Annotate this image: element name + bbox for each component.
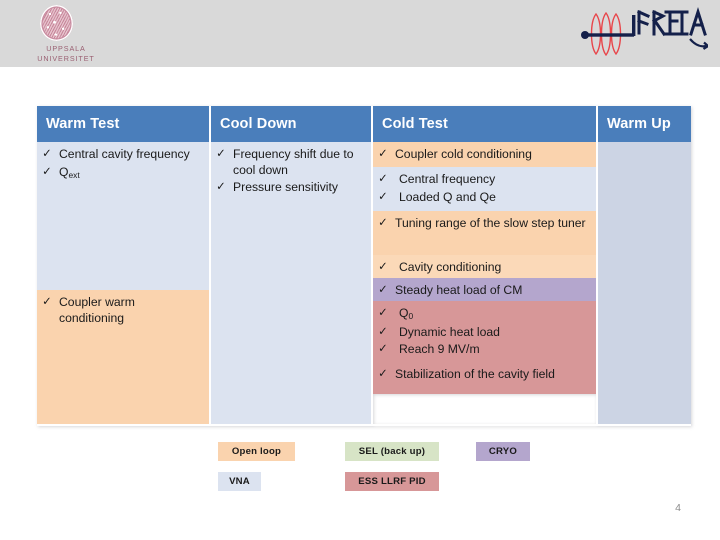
checklist-item-label: Tuning range of the slow step tuner [395,216,586,230]
university-logo-text: UPPSALA UNIVERSITET [18,44,114,63]
freia-logo [578,6,710,62]
checklist-item: ✓ Dynamic heat load [373,324,592,342]
uppsala-university-logo: UPPSALA UNIVERSITET [18,4,108,64]
cell-warm-test: ✓ Central cavity frequency ✓ Qext ✓ Coupler w… [37,142,211,426]
university-seal-icon [40,5,73,41]
checklist-item-label: Frequency shift due to cool down [233,147,354,177]
checkmark-icon: ✓ [216,148,226,160]
table-body-row: ✓ Central cavity frequency ✓ Qext ✓ Coupler w… [37,142,691,426]
checklist-item: ✓ Coupler cold conditioning [373,146,592,164]
checklist-item: ✓ Central cavity frequency [37,146,205,164]
checklist-item: ✓ Pressure sensitivity [211,179,367,197]
matrix-block-cold-test-5: ✓ Steady heat load of CM [373,278,596,301]
checklist-item: ✓ Stabilization of the cavity field [373,366,592,384]
university-name-line1: UPPSALA [46,44,86,53]
checkmark-icon: ✓ [216,181,226,193]
checkmark-icon: ✓ [378,368,388,380]
slide-body: Warm Test Cool Down Cold Test Warm Up ✓ C… [0,67,720,540]
checkmark-icon: ✓ [378,284,388,296]
legend-chip-vna: VNA [218,472,261,491]
checklist-item-label: Loaded Q and Qe [399,189,496,204]
legend-chip-sel: SEL (back up) [345,442,439,461]
table-header-row: Warm Test Cool Down Cold Test Warm Up [37,106,691,142]
cell-warm-up [598,142,691,426]
checklist-item-label: Reach 9 MV/m [399,342,480,356]
checklist-item: ✓ Central frequency [373,171,592,189]
matrix-block-cold-test-3: ✓ Tuning range of the slow step tuner [373,211,596,255]
matrix-block-cold-test-2: ✓ Central frequency ✓ Loaded Q and Qe [373,167,596,211]
checklist-item-label: Central frequency [399,172,496,186]
column-header-warm-test: Warm Test [37,106,211,142]
matrix-block-cool-down-1: ✓ Frequency shift due to cool down ✓ Pressu… [211,142,371,424]
checkmark-icon: ✓ [378,261,388,273]
checkmark-icon: ✓ [378,325,388,338]
freia-logo-graphic [581,7,710,57]
checkmark-icon: ✓ [42,296,52,308]
checkmark-icon: ✓ [378,307,388,319]
checklist-item-label: Coupler warm conditioning [59,295,135,325]
column-header-warm-up: Warm Up [598,106,691,142]
checklist-item-label: Cavity conditioning [399,260,502,274]
checklist-item-label: Central cavity frequency [59,147,190,161]
checklist-item-label: Qext [59,164,80,180]
university-name-line2: UNIVERSITET [37,53,95,63]
legend: Open loop VNA SEL (back up) ESS LLRF PID… [218,442,558,512]
matrix-block-cold-test-7: ✓ Stabilization of the cavity field [373,362,596,394]
legend-chip-cryo: CRYO [476,442,530,461]
checklist-item-label: Stabilization of the cavity field [395,367,555,381]
checklist-item-label: Dynamic heat load [399,324,500,339]
checkmark-icon: ✓ [42,148,52,160]
checklist-item-label: Q0 [399,306,414,322]
test-phase-matrix-table: Warm Test Cool Down Cold Test Warm Up ✓ C… [37,106,691,426]
slide-header-band: UPPSALA UNIVERSITET [0,0,720,67]
checkmark-icon: ✓ [378,148,388,160]
matrix-block-cold-test-4: ✓ Cavity conditioning [373,255,596,278]
checklist-item: ✓ Cavity conditioning [373,259,592,277]
legend-chip-ess-llrf-pid: ESS LLRF PID [345,472,439,491]
checklist-item: ✓ Loaded Q and Qe [373,189,592,207]
column-header-cold-test: Cold Test [373,106,598,142]
checkmark-icon: ✓ [378,190,388,203]
legend-chip-open-loop: Open loop [218,442,295,461]
checklist-item-label: Steady heat load of CM [395,283,523,297]
matrix-block-warm-up-1 [598,142,691,424]
checklist-item-label: Coupler cold conditioning [395,147,532,161]
matrix-block-cold-test-1: ✓ Coupler cold conditioning [373,142,596,167]
checklist-item: ✓ Coupler warm conditioning [37,294,205,327]
checklist-item: ✓ Tuning range of the slow step tuner [373,215,592,233]
checkmark-icon: ✓ [42,165,52,178]
checkmark-icon: ✓ [378,217,388,229]
column-header-cool-down: Cool Down [211,106,373,142]
matrix-block-cold-test-6: ✓ Q0 ✓ Dynamic heat load ✓ Reach 9 MV/m [373,301,596,362]
cell-cool-down: ✓ Frequency shift due to cool down ✓ Pressu… [211,142,373,426]
checklist-item: ✓ Frequency shift due to cool down [211,146,367,179]
page-number: 4 [675,502,681,514]
checkmark-icon: ✓ [378,343,388,355]
checklist-item: ✓ Qext [37,164,205,183]
checklist-item: ✓ Reach 9 MV/m [373,341,592,359]
checklist-item: ✓ Q0 [373,305,592,324]
checklist-item-label: Pressure sensitivity [233,180,338,194]
checklist-item: ✓ Steady heat load of CM [373,282,592,300]
matrix-block-warm-test-2: ✓ Coupler warm conditioning [37,290,209,424]
cell-cold-test: ✓ Coupler cold conditioning ✓ Central frequ… [373,142,598,426]
checkmark-icon: ✓ [378,173,388,185]
matrix-block-warm-test-1: ✓ Central cavity frequency ✓ Qext [37,142,209,290]
